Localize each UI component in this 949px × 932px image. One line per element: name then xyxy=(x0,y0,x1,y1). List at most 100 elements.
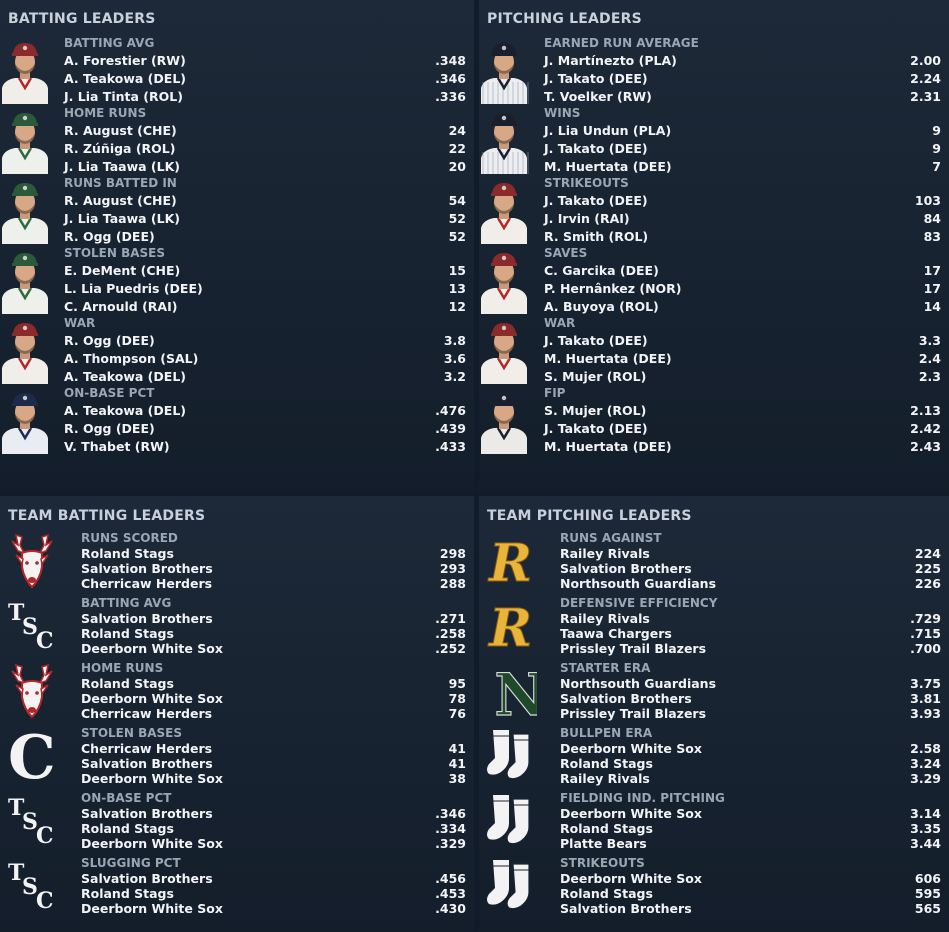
player-name[interactable]: R. August (CHE) xyxy=(64,123,177,138)
team-name[interactable]: Taawa Chargers xyxy=(560,626,672,641)
team-row[interactable]: Roland Stags .258 xyxy=(81,626,466,641)
leader-row[interactable]: V. Thabet (RW) .433 xyxy=(64,438,466,456)
leader-row[interactable]: A. Teakowa (DEL) .346 xyxy=(64,70,466,88)
team-name[interactable]: Northsouth Guardians xyxy=(560,576,716,591)
player-name[interactable]: A. Teakowa (DEL) xyxy=(64,71,186,86)
team-row[interactable]: Salvation Brothers 3.81 xyxy=(560,691,941,706)
team-name[interactable]: Deerborn White Sox xyxy=(81,901,223,916)
team-row[interactable]: Roland Stags 595 xyxy=(560,886,941,901)
team-name[interactable]: Deerborn White Sox xyxy=(81,836,223,851)
leader-row[interactable]: E. DeMent (CHE) 15 xyxy=(64,262,466,280)
player-name[interactable]: J. Lia Taawa (LK) xyxy=(64,211,180,226)
leader-row[interactable]: J. Takato (DEE) 103 xyxy=(544,192,941,210)
leader-row[interactable]: J. Takato (DEE) 2.24 xyxy=(544,70,941,88)
team-row[interactable]: Salvation Brothers 225 xyxy=(560,561,941,576)
team-row[interactable]: Salvation Brothers 565 xyxy=(560,901,941,916)
team-row[interactable]: Roland Stags .334 xyxy=(81,821,466,836)
player-name[interactable]: J. Takato (DEE) xyxy=(544,333,648,348)
player-name[interactable]: C. Arnould (RAI) xyxy=(64,299,177,314)
player-name[interactable]: J. Lia Taawa (LK) xyxy=(64,159,180,174)
leader-row[interactable]: A. Buyoya (ROL) 14 xyxy=(544,298,941,316)
team-name[interactable]: Deerborn White Sox xyxy=(81,641,223,656)
leader-row[interactable]: R. Ogg (DEE) 52 xyxy=(64,228,466,246)
leader-row[interactable]: J. Lia Taawa (LK) 20 xyxy=(64,158,466,176)
team-row[interactable]: Northsouth Guardians 226 xyxy=(560,576,941,591)
player-name[interactable]: A. Buyoya (ROL) xyxy=(544,299,659,314)
team-name[interactable]: Roland Stags xyxy=(81,886,174,901)
team-row[interactable]: Northsouth Guardians 3.75 xyxy=(560,676,941,691)
leader-row[interactable]: J. Lia Tinta (ROL) .336 xyxy=(64,88,466,106)
player-name[interactable]: V. Thabet (RW) xyxy=(64,439,170,454)
team-name[interactable]: Roland Stags xyxy=(81,676,174,691)
leader-row[interactable]: R. Zúñiga (ROL) 22 xyxy=(64,140,466,158)
team-name[interactable]: Platte Bears xyxy=(560,836,647,851)
leader-row[interactable]: A. Teakowa (DEL) 3.2 xyxy=(64,368,466,386)
team-row[interactable]: Railey Rivals 224 xyxy=(560,546,941,561)
player-name[interactable]: L. Lia Puedris (DEE) xyxy=(64,281,203,296)
player-name[interactable]: R. Ogg (DEE) xyxy=(64,421,155,436)
player-name[interactable]: A. Forestier (RW) xyxy=(64,53,186,68)
team-row[interactable]: Taawa Chargers .715 xyxy=(560,626,941,641)
team-row[interactable]: Roland Stags 298 xyxy=(81,546,466,561)
player-name[interactable]: T. Voelker (RW) xyxy=(544,89,652,104)
team-name[interactable]: Roland Stags xyxy=(560,886,653,901)
leader-row[interactable]: C. Garcika (DEE) 17 xyxy=(544,262,941,280)
team-name[interactable]: Roland Stags xyxy=(560,821,653,836)
player-name[interactable]: R. Smith (ROL) xyxy=(544,229,648,244)
leader-row[interactable]: J. Takato (DEE) 2.42 xyxy=(544,420,941,438)
team-row[interactable]: Prissley Trail Blazers 3.93 xyxy=(560,706,941,721)
player-name[interactable]: E. DeMent (CHE) xyxy=(64,263,180,278)
team-name[interactable]: Railey Rivals xyxy=(560,546,650,561)
leader-row[interactable]: A. Forestier (RW) .348 xyxy=(64,52,466,70)
leader-row[interactable]: S. Mujer (ROL) 2.3 xyxy=(544,368,941,386)
team-row[interactable]: Deerborn White Sox 2.58 xyxy=(560,741,941,756)
leader-row[interactable]: R. Ogg (DEE) 3.8 xyxy=(64,332,466,350)
player-name[interactable]: A. Teakowa (DEL) xyxy=(64,369,186,384)
team-name[interactable]: Deerborn White Sox xyxy=(81,691,223,706)
leader-row[interactable]: L. Lia Puedris (DEE) 13 xyxy=(64,280,466,298)
team-row[interactable]: Salvation Brothers .271 xyxy=(81,611,466,626)
team-name[interactable]: Roland Stags xyxy=(81,626,174,641)
team-name[interactable]: Salvation Brothers xyxy=(81,611,213,626)
leader-row[interactable]: P. Hernânkez (NOR) 17 xyxy=(544,280,941,298)
leader-row[interactable]: R. August (CHE) 54 xyxy=(64,192,466,210)
player-name[interactable]: J. Lia Undun (PLA) xyxy=(544,123,671,138)
team-row[interactable]: Salvation Brothers .456 xyxy=(81,871,466,886)
leader-row[interactable]: R. Smith (ROL) 83 xyxy=(544,228,941,246)
player-name[interactable]: M. Huertata (DEE) xyxy=(544,351,672,366)
team-name[interactable]: Prissley Trail Blazers xyxy=(560,641,706,656)
player-name[interactable]: M. Huertata (DEE) xyxy=(544,439,672,454)
player-name[interactable]: A. Thompson (SAL) xyxy=(64,351,198,366)
leader-row[interactable]: R. Ogg (DEE) .439 xyxy=(64,420,466,438)
player-name[interactable]: R. Ogg (DEE) xyxy=(64,229,155,244)
leader-row[interactable]: C. Arnould (RAI) 12 xyxy=(64,298,466,316)
team-row[interactable]: Roland Stags 3.35 xyxy=(560,821,941,836)
team-row[interactable]: Roland Stags .453 xyxy=(81,886,466,901)
leader-row[interactable]: J. Lia Taawa (LK) 52 xyxy=(64,210,466,228)
team-name[interactable]: Deerborn White Sox xyxy=(560,871,702,886)
team-row[interactable]: Cherricaw Herders 76 xyxy=(81,706,466,721)
leader-row[interactable]: S. Mujer (ROL) 2.13 xyxy=(544,402,941,420)
player-name[interactable]: A. Teakowa (DEL) xyxy=(64,403,186,418)
team-row[interactable]: Cherricaw Herders 41 xyxy=(81,741,466,756)
team-row[interactable]: Deerborn White Sox .430 xyxy=(81,901,466,916)
team-row[interactable]: Cherricaw Herders 288 xyxy=(81,576,466,591)
team-row[interactable]: Deerborn White Sox 3.14 xyxy=(560,806,941,821)
player-name[interactable]: J. Takato (DEE) xyxy=(544,141,648,156)
team-row[interactable]: Roland Stags 3.24 xyxy=(560,756,941,771)
player-name[interactable]: R. Zúñiga (ROL) xyxy=(64,141,175,156)
player-name[interactable]: R. Ogg (DEE) xyxy=(64,333,155,348)
team-name[interactable]: Roland Stags xyxy=(81,821,174,836)
player-name[interactable]: S. Mujer (ROL) xyxy=(544,369,646,384)
player-name[interactable]: S. Mujer (ROL) xyxy=(544,403,646,418)
team-row[interactable]: Salvation Brothers .346 xyxy=(81,806,466,821)
team-name[interactable]: Salvation Brothers xyxy=(560,691,692,706)
team-name[interactable]: Roland Stags xyxy=(81,546,174,561)
team-name[interactable]: Cherricaw Herders xyxy=(81,706,212,721)
team-row[interactable]: Salvation Brothers 293 xyxy=(81,561,466,576)
leader-row[interactable]: A. Teakowa (DEL) .476 xyxy=(64,402,466,420)
team-name[interactable]: Salvation Brothers xyxy=(560,901,692,916)
leader-row[interactable]: J. Lia Undun (PLA) 9 xyxy=(544,122,941,140)
team-name[interactable]: Cherricaw Herders xyxy=(81,741,212,756)
player-name[interactable]: R. August (CHE) xyxy=(64,193,177,208)
